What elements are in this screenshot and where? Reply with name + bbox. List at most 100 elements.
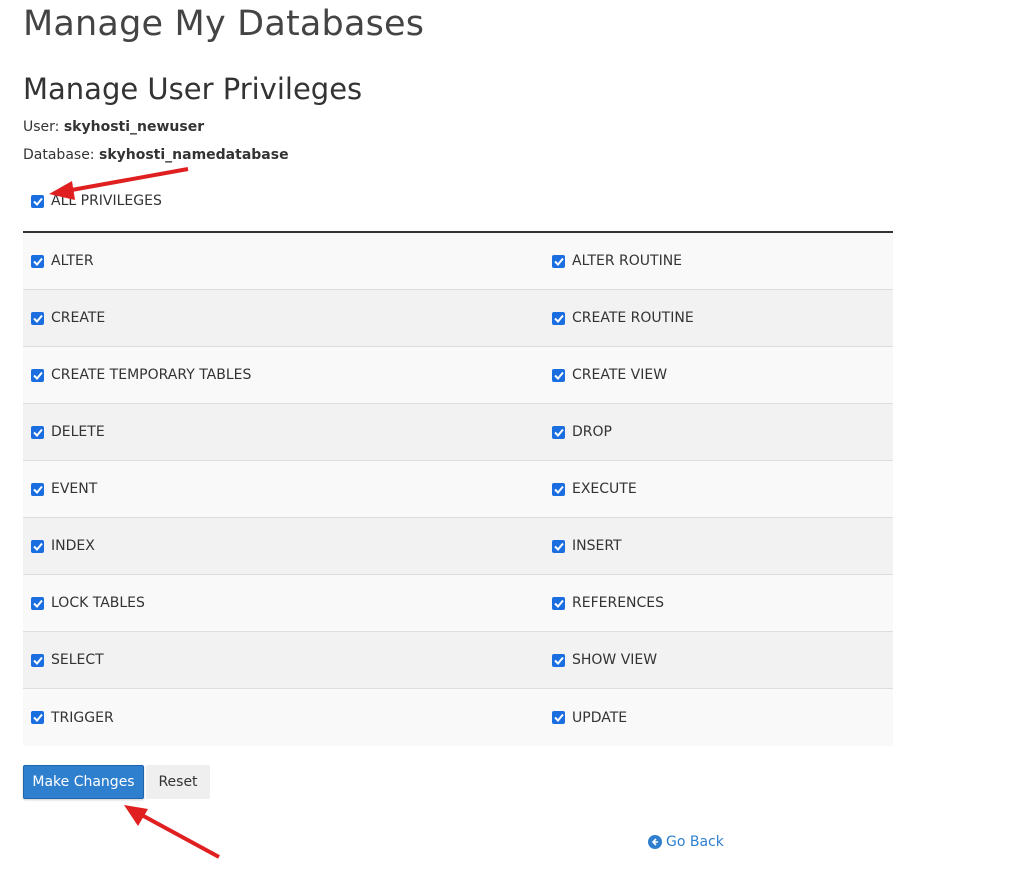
privilege-label: EXECUTE xyxy=(572,481,637,497)
checkmark-icon xyxy=(553,656,564,665)
privilege-checkbox[interactable] xyxy=(31,653,44,667)
privilege-option[interactable]: INSERT xyxy=(544,518,893,574)
privilege-option[interactable]: TRIGGER xyxy=(23,689,544,746)
privilege-label: CREATE TEMPORARY TABLES xyxy=(51,367,252,383)
privilege-label: EVENT xyxy=(51,481,98,497)
privilege-label: LOCK TABLES xyxy=(51,595,145,611)
privilege-option[interactable]: SELECT xyxy=(23,632,544,688)
privilege-label: REFERENCES xyxy=(572,595,665,611)
privilege-option[interactable]: REFERENCES xyxy=(544,575,893,631)
checkmark-icon xyxy=(32,314,43,323)
checkmark-icon xyxy=(32,656,43,665)
checkmark-icon xyxy=(32,428,43,437)
checkmark-icon xyxy=(32,371,43,380)
checkmark-icon xyxy=(553,314,564,323)
privilege-checkbox[interactable] xyxy=(552,425,565,439)
privilege-option[interactable]: UPDATE xyxy=(544,689,893,746)
privilege-checkbox[interactable] xyxy=(31,254,44,268)
privilege-row: ALTER ALTER ROUTINE xyxy=(23,233,893,290)
privilege-checkbox[interactable] xyxy=(31,482,44,496)
checkmark-icon xyxy=(553,713,564,722)
privilege-option[interactable]: ALTER xyxy=(23,233,544,289)
go-back-label: Go Back xyxy=(666,834,724,850)
privilege-row: TRIGGER UPDATE xyxy=(23,689,893,746)
privilege-option[interactable]: ALTER ROUTINE xyxy=(544,233,893,289)
checkmark-icon xyxy=(32,599,43,608)
checkmark-icon xyxy=(553,257,564,266)
reset-button[interactable]: Reset xyxy=(146,765,210,799)
checkmark-icon xyxy=(553,485,564,494)
privilege-label: SHOW VIEW xyxy=(572,652,658,668)
privilege-option[interactable]: EXECUTE xyxy=(544,461,893,517)
make-changes-button[interactable]: Make Changes xyxy=(23,765,144,799)
privilege-checkbox[interactable] xyxy=(31,596,44,610)
privilege-option[interactable]: SHOW VIEW xyxy=(544,632,893,688)
annotation-arrow-make-changes xyxy=(124,805,220,859)
checkmark-icon xyxy=(553,371,564,380)
section-title: Manage User Privileges xyxy=(23,72,363,106)
privilege-checkbox[interactable] xyxy=(552,311,565,325)
all-privileges-option[interactable]: ALL PRIVILEGES xyxy=(31,193,162,209)
checkmark-icon xyxy=(553,542,564,551)
privilege-label: DROP xyxy=(572,424,612,440)
checkmark-icon xyxy=(32,485,43,494)
privilege-checkbox[interactable] xyxy=(552,539,565,553)
checkmark-icon xyxy=(553,599,564,608)
privilege-row: DELETE DROP xyxy=(23,404,893,461)
database-label: Database: xyxy=(23,147,95,163)
privilege-label: CREATE ROUTINE xyxy=(572,310,694,326)
privilege-label: DELETE xyxy=(51,424,105,440)
checkmark-icon xyxy=(553,428,564,437)
user-label: User: xyxy=(23,119,60,135)
privilege-checkbox[interactable] xyxy=(552,368,565,382)
privilege-row: CREATE TEMPORARY TABLES CREATE VIEW xyxy=(23,347,893,404)
privileges-table: ALTER ALTER ROUTINE CREATE CREATE ROUTINE CR… xyxy=(23,231,893,746)
privilege-checkbox[interactable] xyxy=(552,596,565,610)
go-back-link[interactable]: Go Back xyxy=(648,834,724,850)
privilege-option[interactable]: CREATE VIEW xyxy=(544,347,893,403)
privilege-option[interactable]: DROP xyxy=(544,404,893,460)
privilege-label: ALTER ROUTINE xyxy=(572,253,683,269)
privilege-row: SELECT SHOW VIEW xyxy=(23,632,893,689)
privilege-row: LOCK TABLES REFERENCES xyxy=(23,575,893,632)
privilege-checkbox[interactable] xyxy=(552,254,565,268)
privilege-label: UPDATE xyxy=(572,709,628,726)
privilege-option[interactable]: CREATE ROUTINE xyxy=(544,290,893,346)
privilege-row: EVENT EXECUTE xyxy=(23,461,893,518)
privilege-row: INDEX INSERT xyxy=(23,518,893,575)
privilege-label: SELECT xyxy=(51,652,104,668)
privilege-checkbox[interactable] xyxy=(31,711,44,724)
privilege-option[interactable]: CREATE TEMPORARY TABLES xyxy=(23,347,544,403)
privilege-row: CREATE CREATE ROUTINE xyxy=(23,290,893,347)
privilege-option[interactable]: EVENT xyxy=(23,461,544,517)
privilege-checkbox[interactable] xyxy=(31,425,44,439)
privilege-label: CREATE VIEW xyxy=(572,367,668,383)
all-privileges-checkbox[interactable] xyxy=(31,194,44,208)
privilege-checkbox[interactable] xyxy=(552,482,565,496)
all-privileges-label: ALL PRIVILEGES xyxy=(51,193,162,209)
user-info: User: skyhosti_newuser xyxy=(23,119,204,135)
database-value: skyhosti_namedatabase xyxy=(98,147,289,163)
privilege-checkbox[interactable] xyxy=(31,368,44,382)
privilege-checkbox[interactable] xyxy=(552,653,565,667)
checkmark-icon xyxy=(32,197,43,206)
checkmark-icon xyxy=(32,257,43,266)
privilege-option[interactable]: DELETE xyxy=(23,404,544,460)
page: Manage My Databases Manage User Privileg… xyxy=(0,0,1030,890)
privilege-label: CREATE xyxy=(51,310,106,326)
checkmark-icon xyxy=(32,542,43,551)
privilege-label: INSERT xyxy=(572,538,622,554)
checkmark-icon xyxy=(32,713,43,722)
database-info: Database: skyhosti_namedatabase xyxy=(23,147,289,163)
privilege-checkbox[interactable] xyxy=(31,539,44,553)
privilege-checkbox[interactable] xyxy=(552,711,565,724)
privilege-label: TRIGGER xyxy=(51,709,114,726)
arrow-left-circle-icon xyxy=(648,835,662,849)
privilege-label: ALTER xyxy=(51,253,94,269)
privilege-checkbox[interactable] xyxy=(31,311,44,325)
page-title: Manage My Databases xyxy=(23,4,425,44)
privilege-option[interactable]: INDEX xyxy=(23,518,544,574)
privilege-option[interactable]: LOCK TABLES xyxy=(23,575,544,631)
privilege-option[interactable]: CREATE xyxy=(23,290,544,346)
privilege-label: INDEX xyxy=(51,538,95,554)
